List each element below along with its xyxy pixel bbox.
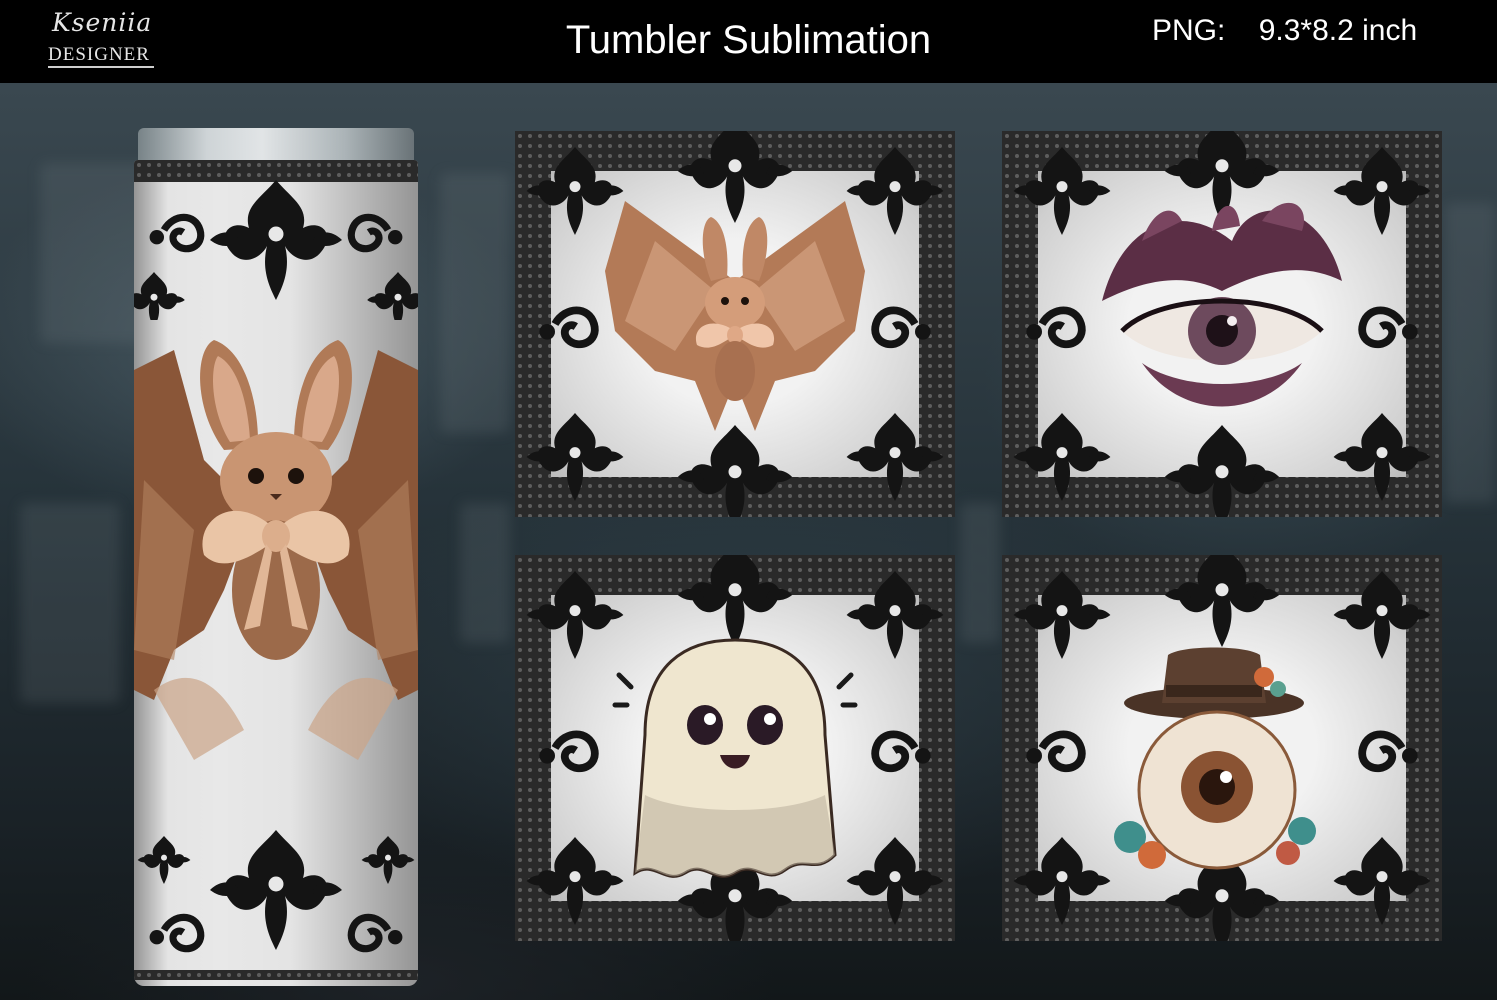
design-card-eye[interactable] xyxy=(1002,131,1442,517)
design-card-bat[interactable] xyxy=(515,131,955,517)
header-bar: Kseniia DESIGNER Tumbler Sublimation PNG… xyxy=(0,0,1497,83)
size-label: 9.3*8.2 inch xyxy=(1258,14,1418,47)
lace-top-band xyxy=(134,160,418,320)
design-card-eyeball[interactable] xyxy=(1002,555,1442,941)
cute-lace-ghost-icon xyxy=(612,638,858,878)
tumbler-bat-icon xyxy=(134,340,418,760)
tumbler-lid xyxy=(138,128,414,164)
file-spec: PNG: 9.3*8.2 inch xyxy=(1152,14,1417,48)
design-card-ghost[interactable] xyxy=(515,555,955,941)
format-label: PNG: xyxy=(1152,14,1226,47)
lace-bat-with-bow-icon xyxy=(605,201,865,431)
tumbler-body xyxy=(134,160,418,986)
logo-underline xyxy=(48,66,154,68)
eyeball-with-top-hat-icon xyxy=(1114,647,1316,870)
lace-bottom-band xyxy=(134,830,418,980)
feathered-eye-icon xyxy=(1102,202,1342,407)
tumbler-mockup xyxy=(132,128,422,986)
